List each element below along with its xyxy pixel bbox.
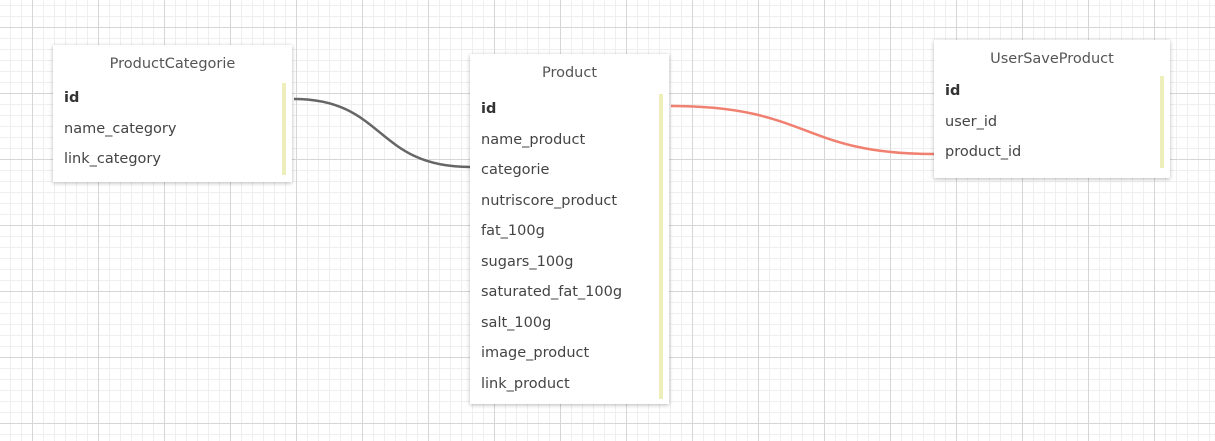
entity-field-list: id name_product categorie nutriscore_pro… [470, 94, 669, 399]
field-sugars-100g[interactable]: sugars_100g [481, 247, 669, 278]
field-id[interactable]: id [945, 76, 1170, 107]
entity-field-list: id name_category link_category [53, 83, 292, 175]
field-saturated-fat-100g[interactable]: saturated_fat_100g [481, 277, 669, 308]
entity-product-categorie[interactable]: ProductCategorie id name_category link_c… [53, 45, 292, 182]
field-salt-100g[interactable]: salt_100g [481, 308, 669, 339]
field-user-id[interactable]: user_id [945, 107, 1170, 138]
field-fat-100g[interactable]: fat_100g [481, 216, 669, 247]
field-name-product[interactable]: name_product [481, 125, 669, 156]
field-nutriscore-product[interactable]: nutriscore_product [481, 186, 669, 217]
relation-categorie-to-product[interactable] [293, 97, 471, 169]
field-product-id[interactable]: product_id [945, 137, 1170, 168]
field-id[interactable]: id [481, 94, 669, 125]
entity-title: ProductCategorie [109, 56, 236, 72]
field-image-product[interactable]: image_product [481, 338, 669, 369]
entity-title: Product [541, 65, 598, 81]
relation-product-to-user-save-product[interactable] [670, 104, 935, 156]
entity-product[interactable]: Product id name_product categorie nutris… [470, 54, 669, 404]
field-link-product[interactable]: link_product [481, 369, 669, 400]
field-link-category[interactable]: link_category [64, 144, 292, 175]
entity-title: UserSaveProduct [990, 51, 1114, 67]
field-id[interactable]: id [64, 83, 292, 114]
entity-user-save-product[interactable]: UserSaveProduct id user_id product_id [934, 40, 1170, 178]
field-name-category[interactable]: name_category [64, 114, 292, 145]
field-categorie[interactable]: categorie [481, 155, 669, 186]
entity-field-list: id user_id product_id [934, 76, 1170, 168]
